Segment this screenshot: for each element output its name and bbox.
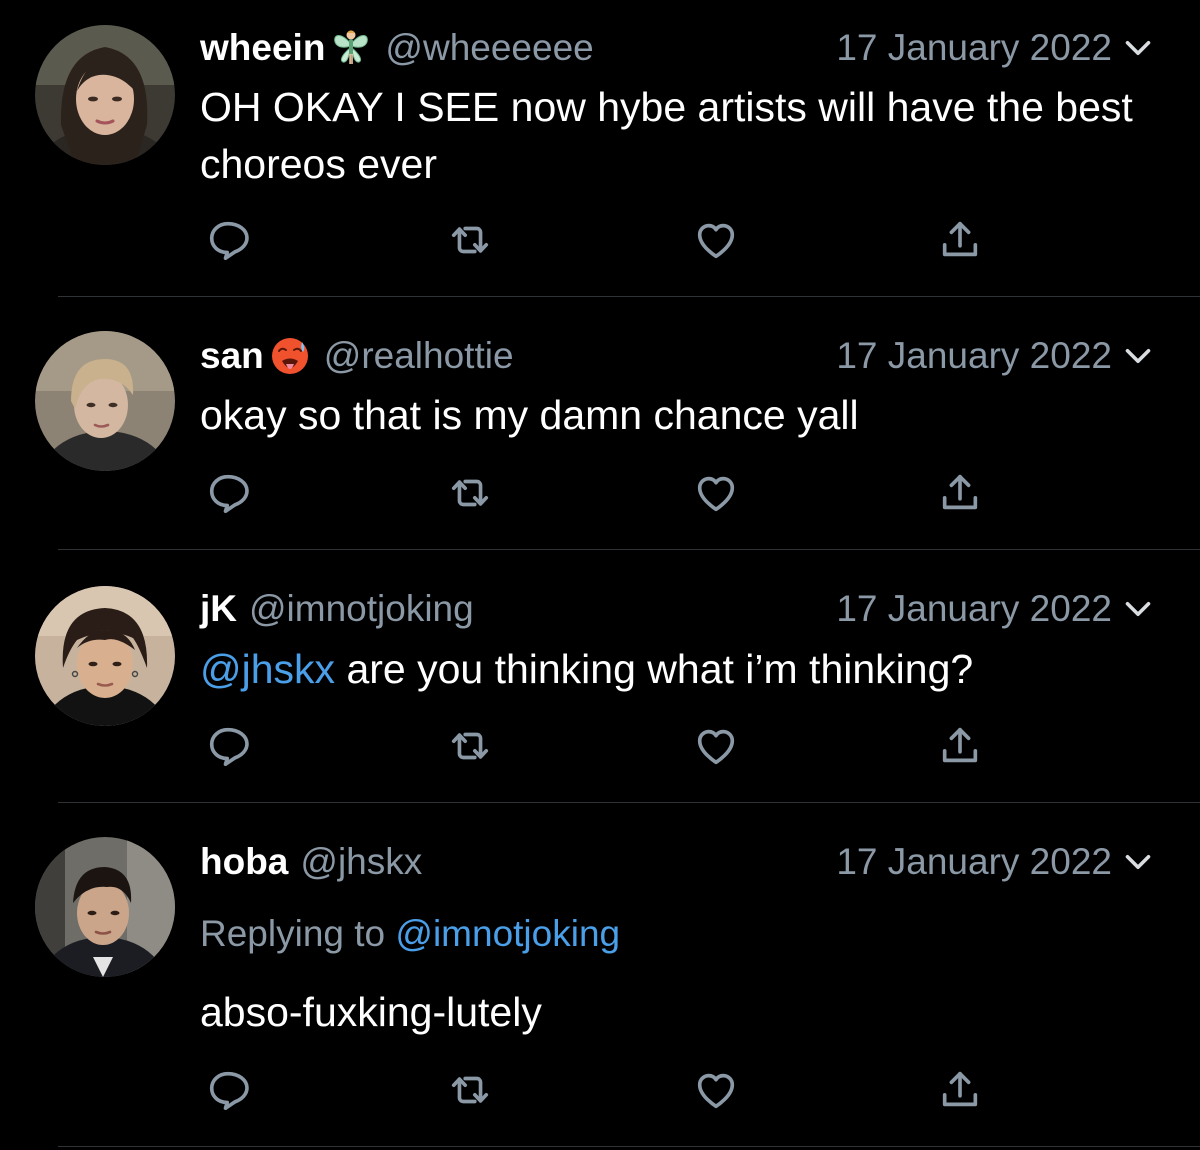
avatar[interactable] xyxy=(35,837,175,977)
display-name[interactable]: hoba xyxy=(200,841,288,883)
tweet-header: jK @imnotjoking 17 January 2022 xyxy=(200,587,1160,631)
like-icon[interactable] xyxy=(686,1060,746,1120)
display-name[interactable]: jK xyxy=(200,588,237,630)
action-bar xyxy=(0,210,1200,270)
reply-icon[interactable] xyxy=(198,463,258,523)
tweet[interactable]: san @realhottie 17 January 2022 okay so … xyxy=(0,297,1200,549)
chevron-down-icon[interactable] xyxy=(1120,591,1156,627)
hot-face-emoji-icon xyxy=(268,334,312,378)
share-icon[interactable] xyxy=(930,716,990,776)
display-name[interactable]: wheein xyxy=(200,27,325,69)
retweet-icon[interactable] xyxy=(440,1060,500,1120)
tweet[interactable]: jK @imnotjoking 17 January 2022 @jhskx a… xyxy=(0,550,1200,802)
tweet-date[interactable]: 17 January 2022 xyxy=(836,588,1112,630)
reply-icon[interactable] xyxy=(198,210,258,270)
action-bar xyxy=(0,463,1200,523)
tweet-header: wheein @wheeeeee 17 January 2022 xyxy=(200,26,1160,70)
chevron-down-icon[interactable] xyxy=(1120,30,1156,66)
display-name[interactable]: san xyxy=(200,335,264,377)
handle[interactable]: @realhottie xyxy=(324,335,514,377)
replying-to-label: Replying to xyxy=(200,913,386,954)
share-icon[interactable] xyxy=(930,463,990,523)
share-icon[interactable] xyxy=(930,1060,990,1120)
reply-icon[interactable] xyxy=(198,716,258,776)
tweet-header: san @realhottie 17 January 2022 xyxy=(200,334,1160,378)
retweet-icon[interactable] xyxy=(440,716,500,776)
share-icon[interactable] xyxy=(930,210,990,270)
tweet-header: hoba @jhskx 17 January 2022 xyxy=(200,840,1160,884)
tweet-text: OH OKAY I SEE now hybe artists will have… xyxy=(200,84,1133,187)
avatar[interactable] xyxy=(35,25,175,165)
like-icon[interactable] xyxy=(686,463,746,523)
like-icon[interactable] xyxy=(686,210,746,270)
like-icon[interactable] xyxy=(686,716,746,776)
chevron-down-icon[interactable] xyxy=(1120,338,1156,374)
replying-to: Replying to @imnotjoking xyxy=(200,913,620,955)
chevron-down-icon[interactable] xyxy=(1120,844,1156,880)
tweet-text-rest: are you thinking what i’m thinking? xyxy=(335,646,974,692)
reply-icon[interactable] xyxy=(198,1060,258,1120)
action-bar xyxy=(0,1060,1200,1120)
tweet-date[interactable]: 17 January 2022 xyxy=(836,841,1112,883)
replying-to-mention[interactable]: @imnotjoking xyxy=(395,913,620,954)
avatar[interactable] xyxy=(35,331,175,471)
tweet[interactable]: wheein @wheeeeee 17 January 2022 OH OKAY… xyxy=(0,0,1200,296)
mention-link[interactable]: @jhskx xyxy=(200,646,335,692)
handle[interactable]: @imnotjoking xyxy=(249,588,474,630)
handle[interactable]: @wheeeeee xyxy=(385,27,593,69)
tweet[interactable]: hoba @jhskx 17 January 2022 Replying to … xyxy=(0,803,1200,1150)
divider xyxy=(58,1146,1200,1147)
avatar[interactable] xyxy=(35,586,175,726)
tweet-text: abso-fuxking-lutely xyxy=(200,989,542,1035)
retweet-icon[interactable] xyxy=(440,210,500,270)
tweet-date[interactable]: 17 January 2022 xyxy=(836,335,1112,377)
fairy-emoji-icon xyxy=(329,26,373,70)
action-bar xyxy=(0,716,1200,776)
retweet-icon[interactable] xyxy=(440,463,500,523)
tweet-date[interactable]: 17 January 2022 xyxy=(836,27,1112,69)
tweet-text: okay so that is my damn chance yall xyxy=(200,392,859,438)
handle[interactable]: @jhskx xyxy=(300,841,422,883)
tweet-text: @jhskx are you thinking what i’m thinkin… xyxy=(200,641,1170,698)
